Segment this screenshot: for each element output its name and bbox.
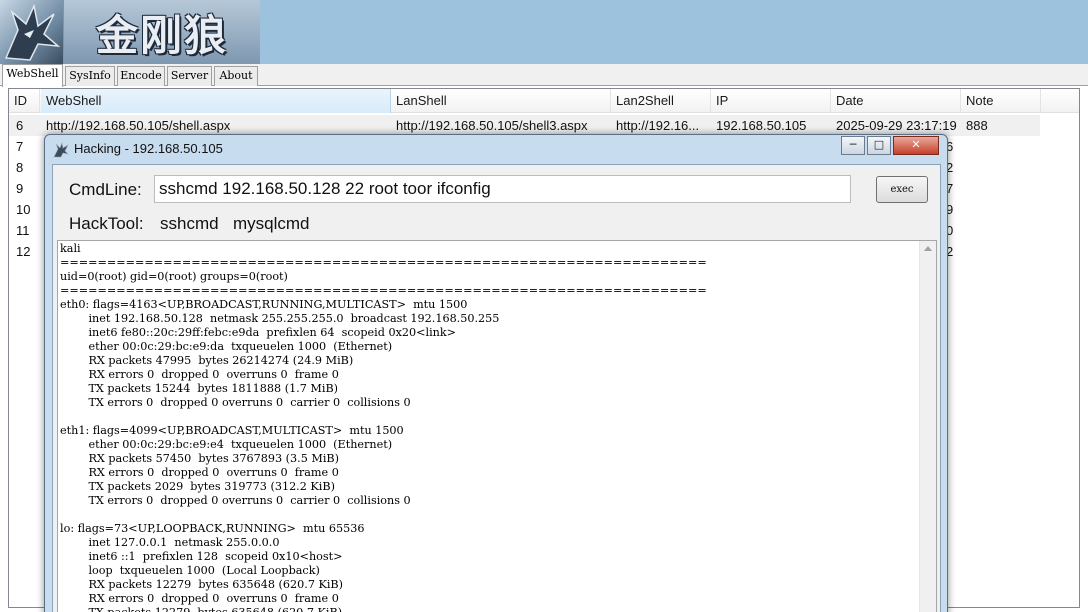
row-id: 9 [16,181,24,196]
dialog-client-area: CmdLine: sshcmd 192.168.50.128 22 root t… [52,164,941,612]
list-header: ID WebShell LanShell Lan2Shell IP Date N… [9,89,1079,113]
row-id: 8 [16,160,24,175]
minimize-button[interactable]: ─ [841,136,865,155]
hacktool-mysqlcmd[interactable]: mysqlcmd [233,214,310,234]
tab-sysinfo[interactable]: SysInfo [65,66,115,86]
hacktool-sshcmd[interactable]: sshcmd [160,214,219,234]
dialog-titlebar[interactable]: Hacking - 192.168.50.105 ─ □ ✕ [45,135,947,163]
tab-webshell[interactable]: WebShell [2,64,63,87]
hacktool-label: HackTool: [69,214,144,233]
tab-server[interactable]: Server [167,66,212,86]
main-tabbar: WebShell SysInfo Encode Server About [0,64,1088,87]
close-button[interactable]: ✕ [893,136,939,155]
command-output-textarea[interactable]: kali ===================================… [57,240,937,612]
row-lan2shell-url: http://192.16... [616,118,700,133]
row-date: 2025-09-29 23:17:19 [836,118,957,133]
cmdline-label: CmdLine: [69,180,142,199]
wolverine-logo-icon [0,0,64,64]
column-header-note[interactable]: Note [961,89,1041,113]
tab-about[interactable]: About [214,66,258,86]
row-webshell-url: http://192.168.50.105/shell.aspx [46,118,231,133]
column-header-lanshell[interactable]: LanShell [391,89,611,113]
row-id: 12 [16,244,31,259]
logo-title: 金刚狼 [95,10,228,60]
row-note: 888 [966,118,988,133]
scroll-up-arrow-icon[interactable] [924,246,932,251]
column-header-id[interactable]: ID [9,89,40,113]
column-header-date[interactable]: Date [831,89,961,113]
row-ip: 192.168.50.105 [716,118,807,133]
table-row[interactable]: 6 http://192.168.50.105/shell.aspx http:… [9,115,1040,136]
output-scrollbar[interactable] [919,241,936,612]
column-header-ip[interactable]: IP [711,89,831,113]
app-banner: 金刚狼 [0,0,1088,64]
row-id: 7 [16,139,24,154]
wolverine-app-icon [53,142,69,158]
hacking-dialog[interactable]: Hacking - 192.168.50.105 ─ □ ✕ CmdLine: … [44,134,948,612]
tab-encode[interactable]: Encode [117,66,165,86]
cmdline-input[interactable]: sshcmd 192.168.50.128 22 root toor ifcon… [154,175,851,203]
app-logo-text: 金刚狼 [64,0,260,64]
row-id: 11 [16,223,30,238]
row-id: 10 [16,202,31,217]
dialog-title: Hacking - 192.168.50.105 [74,141,223,156]
row-lanshell-url: http://192.168.50.105/shell3.aspx [396,118,588,133]
restore-button[interactable]: □ [867,136,891,155]
row-id: 6 [16,118,24,133]
exec-button[interactable]: exec [876,176,928,203]
column-header-webshell[interactable]: WebShell [41,89,391,113]
column-header-lan2shell[interactable]: Lan2Shell [611,89,711,113]
command-output-text: kali ===================================… [60,242,707,612]
